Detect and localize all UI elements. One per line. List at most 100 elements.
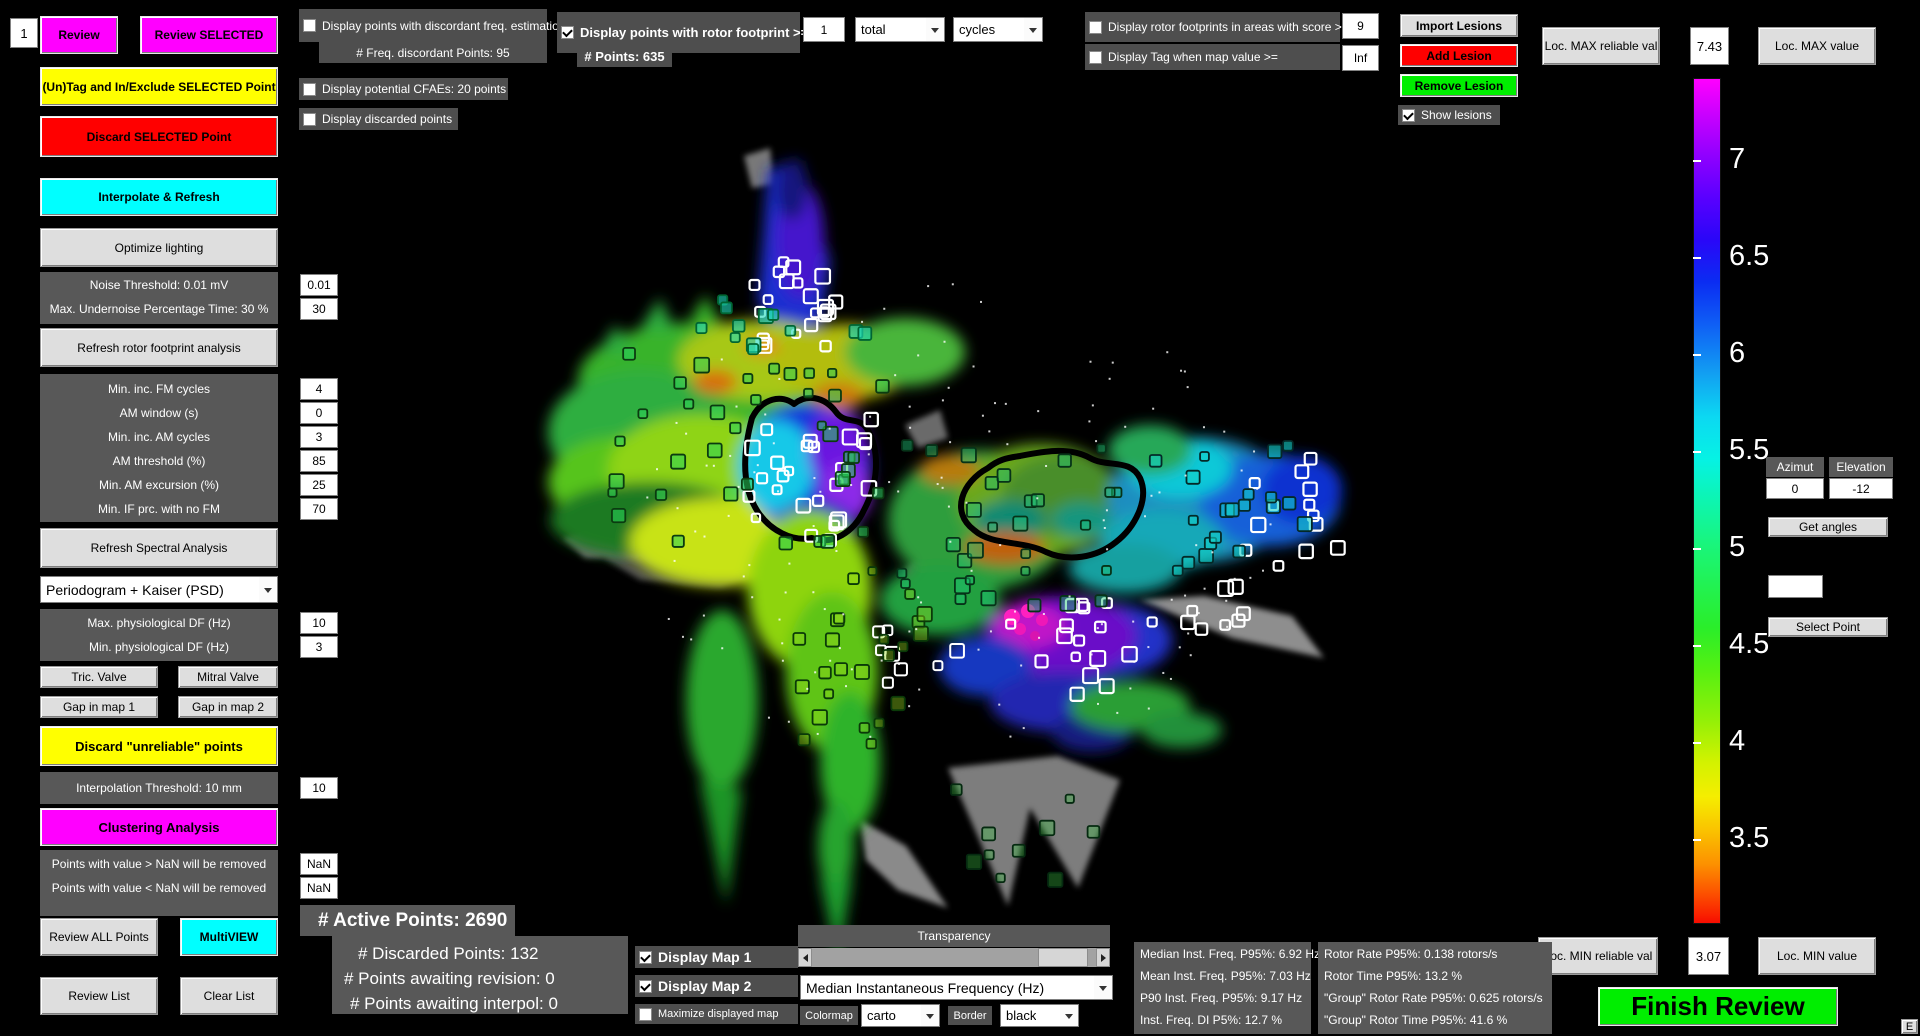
tag-label: Display Tag when map value >= bbox=[1108, 50, 1278, 64]
discard-unreliable-button[interactable]: Discard "unreliable" points bbox=[40, 726, 278, 766]
discard-selected-button[interactable]: Discard SELECTED Point bbox=[40, 116, 278, 157]
interp-threshold-label: Interpolation Threshold: 10 mm bbox=[40, 777, 278, 799]
azimut-field[interactable] bbox=[1766, 478, 1824, 499]
rotor-total-dropdown[interactable]: total bbox=[855, 17, 945, 42]
review-list-button[interactable]: Review List bbox=[40, 977, 158, 1015]
score-checkbox[interactable] bbox=[1089, 21, 1102, 34]
untag-include-button[interactable]: (Un)Tag and In/Exclude SELECTED Point bbox=[40, 67, 278, 106]
multiview-button[interactable]: MultiVIEW bbox=[180, 918, 278, 956]
map2-quantity-dropdown[interactable]: Median Instantaneous Frequency (Hz) bbox=[800, 975, 1113, 1000]
rotor-footprint-label: Display points with rotor footprint >= bbox=[580, 25, 808, 40]
score-field[interactable] bbox=[1342, 13, 1379, 39]
rotor-footprint-checkbox[interactable] bbox=[561, 26, 574, 39]
colorbar-tick: 5.5 bbox=[1729, 434, 1769, 467]
psd-method-dropdown[interactable]: Periodogram + Kaiser (PSD) bbox=[40, 576, 278, 603]
point-index-field[interactable] bbox=[10, 18, 38, 48]
tag-field[interactable] bbox=[1342, 45, 1379, 71]
get-angles-button[interactable]: Get angles bbox=[1768, 517, 1888, 537]
points-count: # Points: 635 bbox=[577, 45, 672, 67]
gap-map2-button[interactable]: Gap in map 2 bbox=[178, 696, 278, 718]
rotor-param-field[interactable] bbox=[300, 378, 338, 400]
rotor-param-field[interactable] bbox=[300, 498, 338, 520]
refresh-rotor-footprint-button[interactable]: Refresh rotor footprint analysis bbox=[40, 328, 278, 367]
noise-threshold-field[interactable] bbox=[300, 274, 338, 296]
rotor-param-field[interactable] bbox=[300, 450, 338, 472]
tag-checkbox-row[interactable]: Display Tag when map value >= bbox=[1085, 44, 1340, 70]
display-map2-checkbox[interactable] bbox=[639, 980, 652, 993]
transparency-slider[interactable] bbox=[798, 948, 1110, 967]
discarded-checkbox[interactable] bbox=[303, 113, 316, 126]
select-point-button[interactable]: Select Point bbox=[1768, 617, 1888, 637]
rotor-param-label: Min. IF prc. with no FM bbox=[40, 498, 278, 520]
loc-min-value-button[interactable]: Loc. MIN value bbox=[1758, 937, 1876, 975]
rotor-total-value: total bbox=[856, 22, 886, 37]
remove-lesion-button[interactable]: Remove Lesion bbox=[1400, 74, 1518, 97]
review-all-button[interactable]: Review ALL Points bbox=[40, 918, 158, 956]
mean-inst-freq: Mean Inst. Freq. P95%: 7.03 Hz bbox=[1140, 969, 1311, 983]
display-map2-row[interactable]: Display Map 2 bbox=[635, 975, 798, 997]
edit-mode-button[interactable]: E bbox=[1901, 1019, 1918, 1034]
nan-upper-field[interactable] bbox=[300, 853, 338, 875]
chevron-down-icon bbox=[1094, 976, 1112, 999]
median-inst-freq: Median Inst. Freq. P95%: 6.92 Hz bbox=[1140, 947, 1320, 961]
loc-min-reliable-button[interactable]: Loc. MIN reliable val bbox=[1538, 937, 1658, 975]
df-param-field[interactable] bbox=[300, 612, 338, 634]
slider-right-arrow[interactable] bbox=[1096, 948, 1110, 967]
discordant-checkbox[interactable] bbox=[303, 19, 316, 32]
colormap-label: Colormap bbox=[800, 1006, 858, 1025]
border-value: black bbox=[1001, 1008, 1036, 1023]
min-value-field[interactable] bbox=[1688, 937, 1729, 975]
display-map1-row[interactable]: Display Map 1 bbox=[635, 946, 798, 968]
clustering-analysis-button[interactable]: Clustering Analysis bbox=[40, 808, 278, 846]
show-lesions-checkbox[interactable] bbox=[1402, 109, 1415, 122]
border-dropdown[interactable]: black bbox=[1000, 1004, 1079, 1027]
colorbar-tick: 7 bbox=[1729, 143, 1745, 176]
rotor-cycles-dropdown[interactable]: cycles bbox=[953, 17, 1043, 42]
maximize-map-row[interactable]: Maximize displayed map bbox=[635, 1004, 798, 1024]
rotor-footprint-field[interactable] bbox=[803, 17, 845, 42]
rotor-param-field[interactable] bbox=[300, 474, 338, 496]
score-checkbox-row[interactable]: Display rotor footprints in areas with s… bbox=[1085, 12, 1340, 42]
add-lesion-button[interactable]: Add Lesion bbox=[1400, 44, 1518, 67]
interp-threshold-field[interactable] bbox=[300, 777, 338, 799]
review-button[interactable]: Review bbox=[40, 16, 118, 54]
maximize-map-checkbox[interactable] bbox=[639, 1008, 652, 1021]
rotor-param-label: AM threshold (%) bbox=[40, 450, 278, 472]
point-value-field[interactable] bbox=[1768, 575, 1823, 598]
cfae-checkbox-row[interactable]: Display potential CFAEs: 20 points bbox=[299, 78, 508, 100]
rotor-param-field[interactable] bbox=[300, 402, 338, 424]
df-param-field[interactable] bbox=[300, 636, 338, 658]
undernoise-field[interactable] bbox=[300, 298, 338, 320]
cfae-checkbox[interactable] bbox=[303, 83, 316, 96]
slider-thumb[interactable] bbox=[1038, 948, 1088, 967]
display-map1-checkbox[interactable] bbox=[639, 951, 652, 964]
map-surface bbox=[548, 160, 1342, 962]
chevron-down-icon bbox=[1024, 18, 1042, 41]
show-lesions-row[interactable]: Show lesions bbox=[1398, 105, 1500, 125]
discarded-checkbox-row[interactable]: Display discarded points bbox=[299, 108, 458, 130]
nan-lower-field[interactable] bbox=[300, 877, 338, 899]
loc-max-value-button[interactable]: Loc. MAX value bbox=[1758, 27, 1876, 65]
tric-valve-button[interactable]: Tric. Valve bbox=[40, 666, 158, 688]
review-selected-button[interactable]: Review SELECTED bbox=[140, 16, 278, 54]
tag-checkbox[interactable] bbox=[1089, 51, 1102, 64]
clear-list-button[interactable]: Clear List bbox=[180, 977, 278, 1015]
elevation-field[interactable] bbox=[1829, 478, 1893, 499]
noise-threshold-label: Noise Threshold: 0.01 mV bbox=[40, 274, 278, 296]
loc-max-reliable-button[interactable]: Loc. MAX reliable val bbox=[1542, 27, 1660, 65]
refresh-spectral-button[interactable]: Refresh Spectral Analysis bbox=[40, 528, 278, 568]
nan-rule-label: Points with value > NaN will be removed bbox=[40, 854, 278, 874]
interpolate-refresh-button[interactable]: Interpolate & Refresh bbox=[40, 178, 278, 216]
finish-review-button[interactable]: Finish Review bbox=[1598, 987, 1838, 1026]
discordant-checkbox-row[interactable]: Display points with discordant freq. est… bbox=[299, 9, 547, 42]
import-lesions-button[interactable]: Import Lesions bbox=[1400, 14, 1518, 37]
gap-map1-button[interactable]: Gap in map 1 bbox=[40, 696, 158, 718]
optimize-lighting-button[interactable]: Optimize lighting bbox=[40, 228, 278, 267]
rotor-param-field[interactable] bbox=[300, 426, 338, 448]
atrial-3d-map[interactable] bbox=[0, 0, 1920, 1036]
colormap-dropdown[interactable]: carto bbox=[861, 1004, 940, 1027]
slider-left-arrow[interactable] bbox=[798, 948, 812, 967]
max-value-field[interactable] bbox=[1690, 27, 1729, 65]
mitral-valve-button[interactable]: Mitral Valve bbox=[178, 666, 278, 688]
colorbar-tick: 3.5 bbox=[1729, 822, 1769, 855]
